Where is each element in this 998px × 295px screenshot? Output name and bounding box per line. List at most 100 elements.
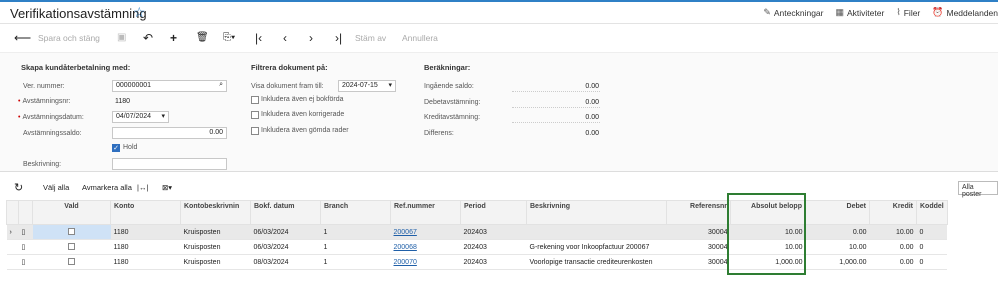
approve-button[interactable]: Stäm av: [355, 33, 386, 43]
calc-section-title: Beräkningar:: [424, 63, 471, 72]
favorite-star-icon[interactable]: ☆: [133, 4, 146, 21]
cell-kredit: 10.00: [869, 224, 917, 240]
col-beskrivning[interactable]: Beskrivning: [526, 200, 667, 225]
description-label: Beskrivning:: [23, 161, 62, 168]
add-icon[interactable]: +: [170, 31, 177, 45]
create-section-title: Skapa kundåterbetalning med:: [21, 63, 131, 72]
cell-kontobeskrivning: Kruisposten: [180, 239, 251, 255]
cell-referensnr: 30004: [666, 239, 731, 255]
header-links: ✎ Anteckningar ▦ Aktiviteter ⌇ Filer ⏰ Medde…: [763, 7, 998, 18]
cancel-button[interactable]: Annullera: [402, 33, 438, 43]
page-title: Verifikationsavstämning: [10, 6, 147, 21]
paste-icon[interactable]: ⎘▾: [223, 31, 235, 45]
col-kredit[interactable]: Kredit: [869, 200, 917, 225]
col-vald[interactable]: Vald: [32, 200, 111, 225]
col-branch[interactable]: Branch: [320, 200, 391, 225]
cell-kontobeskrivning: Kruisposten: [180, 254, 251, 270]
fit-columns-icon[interactable]: |↔|: [137, 183, 148, 192]
table-row[interactable]: ▯ 1180 Kruisposten 06/03/2024 1 200068 2…: [6, 239, 948, 255]
cell-bokf-datum: 08/03/2024: [250, 254, 321, 270]
cell-ref-nummer-link[interactable]: 200068: [390, 239, 461, 255]
include-corrected-checkbox[interactable]: [251, 111, 259, 119]
alarm-icon: ⏰: [932, 7, 944, 17]
col-debet[interactable]: Debet: [805, 200, 870, 225]
hold-label: Hold: [123, 144, 138, 151]
show-until-field[interactable]: 2024-07-15 ▾: [338, 80, 396, 92]
calendar-icon: ▦: [835, 7, 844, 17]
col-ref-nummer[interactable]: Ref.nummer: [390, 200, 461, 225]
save-close-button[interactable]: Spara och stäng: [38, 33, 100, 43]
previous-record-icon[interactable]: ‹: [283, 31, 287, 45]
divider: [512, 91, 600, 92]
reconciliation-table: Vald Konto Kontobeskrivnin Bokf. datum B…: [6, 200, 948, 270]
next-record-icon[interactable]: ›: [309, 31, 313, 45]
select-all-button[interactable]: Välj alla: [43, 183, 69, 192]
file-icon: ▯: [18, 239, 33, 255]
debit-recon-label: Debetavstämning:: [424, 99, 481, 106]
notes-icon: ✎: [763, 7, 771, 17]
first-record-icon[interactable]: |‹: [255, 31, 262, 45]
recon-date-field[interactable]: 04/07/2024 ▾: [112, 111, 169, 123]
cell-period: 202403: [460, 224, 527, 240]
table-row[interactable]: › ▯ 1180 Kruisposten 06/03/2024 1 200067…: [6, 224, 948, 240]
messages-link[interactable]: ⏰ Meddelanden: [932, 7, 998, 18]
row-selector-header[interactable]: [6, 200, 19, 225]
paperclip-icon: ⌇: [896, 7, 901, 17]
credit-recon-value: 0.00: [585, 114, 599, 121]
cell-koddel: 0: [916, 224, 948, 240]
cell-kontobeskrivning: Kruisposten: [180, 224, 251, 240]
cell-branch: 1: [320, 254, 391, 270]
export-excel-icon[interactable]: ⊠▾: [162, 183, 172, 192]
col-referensnr[interactable]: Referensnr: [666, 200, 731, 225]
search-icon[interactable]: ⌕: [219, 81, 223, 89]
col-period[interactable]: Period: [460, 200, 527, 225]
hold-checkbox[interactable]: ✓: [112, 144, 120, 152]
cell-koddel: 0: [916, 254, 948, 270]
record-filter-select[interactable]: Alla poster: [958, 181, 998, 198]
include-unposted-checkbox[interactable]: [251, 96, 259, 104]
cell-period: 202403: [460, 239, 527, 255]
opening-balance-label: Ingående saldo:: [424, 83, 474, 90]
cell-branch: 1: [320, 239, 391, 255]
table-row[interactable]: ▯ 1180 Kruisposten 08/03/2024 1 200070 2…: [6, 254, 948, 270]
col-kontobeskrivning[interactable]: Kontobeskrivnin: [180, 200, 251, 225]
notes-link[interactable]: ✎ Anteckningar: [763, 7, 823, 18]
show-until-label: Visa dokument fram till:: [251, 83, 324, 90]
debit-recon-value: 0.00: [585, 99, 599, 106]
files-link[interactable]: ⌇ Filer: [896, 7, 920, 18]
cell-ref-nummer-link[interactable]: 200067: [390, 224, 461, 240]
cell-debet: 10.00: [805, 239, 870, 255]
divider: [512, 107, 600, 108]
last-record-icon[interactable]: ›|: [335, 31, 342, 45]
cell-referensnr: 30004: [666, 224, 731, 240]
row-select-checkbox[interactable]: [32, 254, 111, 270]
chevron-down-icon: ▾: [161, 113, 165, 120]
col-bokf-datum[interactable]: Bokf. datum: [250, 200, 321, 225]
cell-kredit: 0.00: [869, 254, 917, 270]
cell-kredit: 0.00: [869, 239, 917, 255]
difference-value: 0.00: [585, 130, 599, 137]
description-field[interactable]: [112, 158, 227, 170]
activities-link[interactable]: ▦ Aktiviteter: [835, 7, 884, 18]
divider: [512, 122, 600, 123]
cell-beskrivning: [526, 224, 667, 240]
col-koddel[interactable]: Koddel: [916, 200, 948, 225]
recon-balance-field[interactable]: 0.00: [112, 127, 227, 139]
cell-konto: 1180: [110, 239, 181, 255]
delete-icon[interactable]: 🗑: [196, 31, 209, 45]
undo-icon[interactable]: ↶: [143, 31, 153, 45]
refresh-icon[interactable]: ↻: [14, 181, 23, 194]
col-konto[interactable]: Konto: [110, 200, 181, 225]
cell-ref-nummer-link[interactable]: 200070: [390, 254, 461, 270]
recon-balance-label: Avstämningssaldo:: [23, 130, 82, 137]
include-hidden-checkbox[interactable]: [251, 127, 259, 135]
cell-konto: 1180: [110, 254, 181, 270]
save-icon[interactable]: ▣: [117, 31, 126, 45]
row-select-checkbox[interactable]: [32, 239, 111, 255]
ver-number-field[interactable]: 000000001 ⌕: [112, 80, 227, 92]
credit-recon-label: Kreditavstämning:: [424, 114, 481, 121]
cell-period: 202403: [460, 254, 527, 270]
deselect-all-button[interactable]: Avmarkera alla: [82, 183, 132, 192]
back-icon[interactable]: ⟵: [14, 31, 31, 45]
row-select-checkbox[interactable]: [32, 224, 111, 240]
